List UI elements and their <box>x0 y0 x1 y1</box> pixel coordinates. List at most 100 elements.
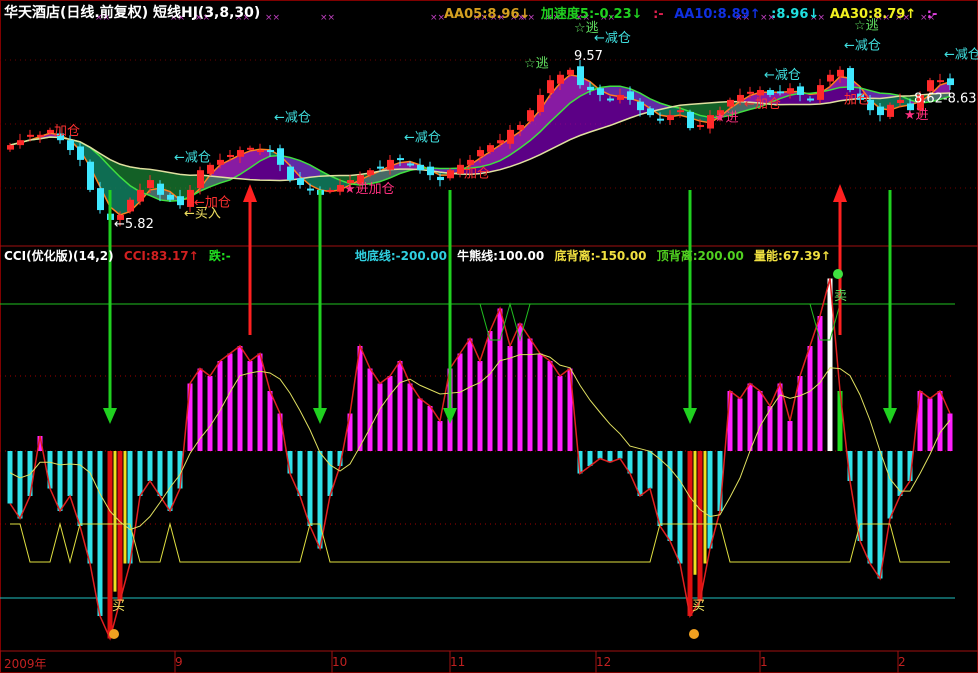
signal-marker: ×× <box>265 13 280 23</box>
cci-bar <box>7 451 13 504</box>
cci-bar <box>517 323 523 451</box>
cci-bar <box>267 391 273 451</box>
candle-body <box>7 145 14 150</box>
xaxis-label-2009: 2009年 <box>4 657 47 671</box>
diamond-icon <box>833 269 843 279</box>
cci-bar-highlight <box>113 451 117 592</box>
xaxis-label-10: 10 <box>332 655 348 669</box>
cci-bar <box>57 451 63 511</box>
candle-body <box>727 99 734 107</box>
candle-body <box>167 194 174 200</box>
ma-legend: AA05:8.96↓ 加速度5:-0.23↓ :- AA10:8.89↑ :8.… <box>444 3 943 22</box>
candle-body <box>767 90 774 95</box>
cci-bar <box>297 451 303 496</box>
candle-body <box>937 80 944 83</box>
legend-aa30: AA30:8.79↑ <box>829 7 917 22</box>
legend-aa10: AA10:8.89↑ <box>674 7 761 22</box>
candle-body <box>307 188 314 191</box>
candle-body <box>467 159 474 165</box>
candle-body <box>757 90 764 96</box>
bottom-step-line <box>10 522 950 564</box>
diamond-icon <box>109 629 119 639</box>
cci-bar <box>97 451 103 616</box>
candle-body <box>617 94 624 100</box>
price-annotation: ★进加仓 <box>344 182 395 197</box>
candle-body <box>657 118 664 121</box>
cci-bar-highlight <box>703 451 707 564</box>
cci-bar <box>877 451 883 579</box>
cci-value: CCI:83.17↑ <box>123 249 199 263</box>
cci-bar <box>367 368 373 451</box>
candle-body <box>927 80 934 92</box>
candle-body <box>207 164 214 174</box>
candle-body <box>577 66 584 86</box>
candle-body <box>497 140 504 144</box>
down-arrow-icon <box>683 408 697 424</box>
candle-body <box>337 184 344 192</box>
candle-body <box>277 148 284 165</box>
candle-body <box>477 150 484 157</box>
sell-signal-label: 卖 <box>834 289 847 304</box>
cci-volume: 量能:67.39↑ <box>754 249 831 263</box>
candle-body <box>187 189 194 207</box>
cci-bullbear: 牛熊线:100.00 <box>457 249 545 263</box>
cci-bar <box>607 451 613 463</box>
cci-bar <box>427 406 433 451</box>
candle-body <box>777 91 784 94</box>
candle-body <box>797 86 804 95</box>
cci-bar <box>117 451 123 601</box>
price-annotation: ←减仓 <box>764 68 801 83</box>
chart-canvas[interactable]: 加仓←减仓←5.82←加仓←买入←减仓★进加仓←减仓加仓☆逃9.57☆逃←减仓★… <box>0 0 978 673</box>
price-annotation: ←减仓 <box>844 39 881 54</box>
candle-body <box>567 69 574 75</box>
candle-body <box>637 101 644 111</box>
candle-body <box>377 166 384 169</box>
price-annotation: ←减仓 <box>274 110 311 125</box>
cci-bar <box>137 451 143 496</box>
candle-body <box>37 134 44 137</box>
candle-body <box>667 115 674 121</box>
candle-body <box>947 78 954 86</box>
cci-bar <box>507 346 513 451</box>
legend-blank2: :- <box>926 7 938 22</box>
candle-body <box>417 164 424 171</box>
cci-bar <box>747 383 753 451</box>
candle-body <box>847 68 854 91</box>
cci-bar <box>257 353 263 451</box>
candle-body <box>647 108 654 116</box>
cci-bar <box>947 413 953 451</box>
candle-body <box>737 94 744 102</box>
cci-bar <box>557 376 563 451</box>
cci-fall: 跌:- <box>208 249 231 263</box>
diamond-icon <box>689 629 699 639</box>
xaxis-label-12: 12 <box>596 655 612 669</box>
cci-bar <box>77 451 83 526</box>
candle-body <box>437 176 444 181</box>
cci-bar <box>807 346 813 451</box>
down-arrow-icon <box>103 408 117 424</box>
ma-band-segment <box>610 86 620 126</box>
cci-bar <box>647 451 653 489</box>
candle-body <box>897 99 904 104</box>
candle-body <box>67 140 74 151</box>
cci-bar <box>277 413 283 451</box>
candle-body <box>367 170 374 176</box>
candle-body <box>687 111 694 129</box>
candle-body <box>397 158 404 161</box>
candle-body <box>447 170 454 179</box>
chart-title: 华天酒店(日线.前复权) 短线HJ(3,8,30) <box>4 5 261 21</box>
candle-body <box>267 150 274 153</box>
cci-bar <box>677 451 683 564</box>
candle-body <box>877 106 884 116</box>
signal-marker: ×× <box>430 13 445 23</box>
candle-body <box>387 159 394 170</box>
cci-title: CCI(优化版)(14,2) <box>4 249 114 263</box>
price-annotation: ←5.82 <box>114 217 154 232</box>
cci-bar <box>547 361 553 451</box>
cci-top-div: 顶背离:200.00 <box>656 249 744 263</box>
price-annotation: ←买入 <box>184 207 221 222</box>
price-annotation: 加仓 <box>844 92 870 107</box>
candle-body <box>127 199 134 212</box>
up-arrow-icon <box>833 184 847 202</box>
candle-body <box>807 98 814 101</box>
